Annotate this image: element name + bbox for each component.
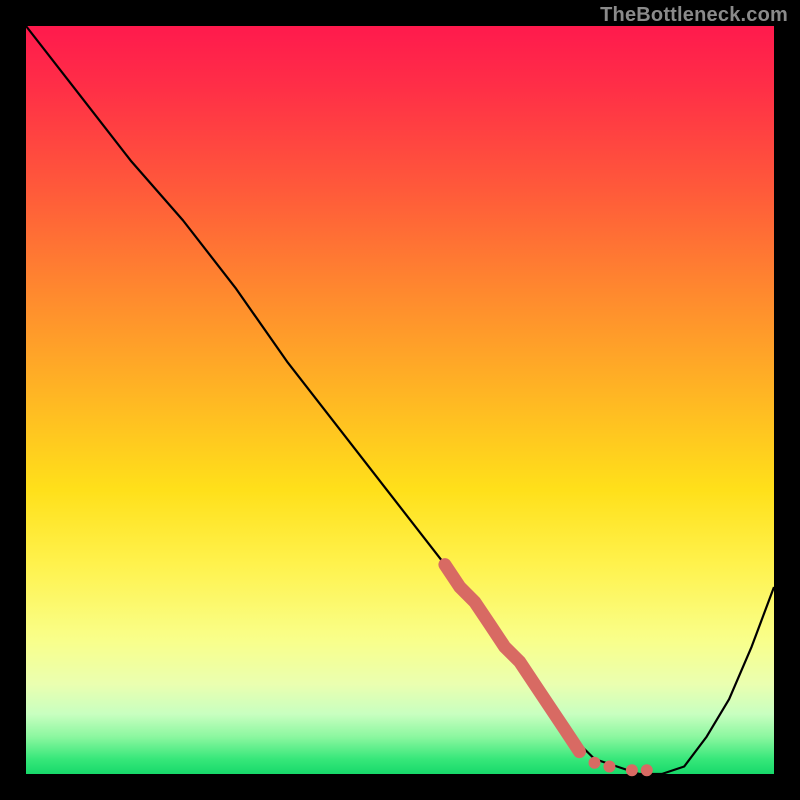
bottleneck-curve <box>26 26 774 774</box>
highlight-dots <box>589 757 653 777</box>
watermark-text: TheBottleneck.com <box>600 4 788 27</box>
chart-overlay <box>26 26 774 774</box>
highlight-dot <box>626 764 638 776</box>
highlight-segment <box>445 565 580 752</box>
highlight-dot <box>589 757 601 769</box>
chart-stage: TheBottleneck.com <box>0 0 800 800</box>
highlight-dot <box>603 761 615 773</box>
highlight-dot <box>641 764 653 776</box>
